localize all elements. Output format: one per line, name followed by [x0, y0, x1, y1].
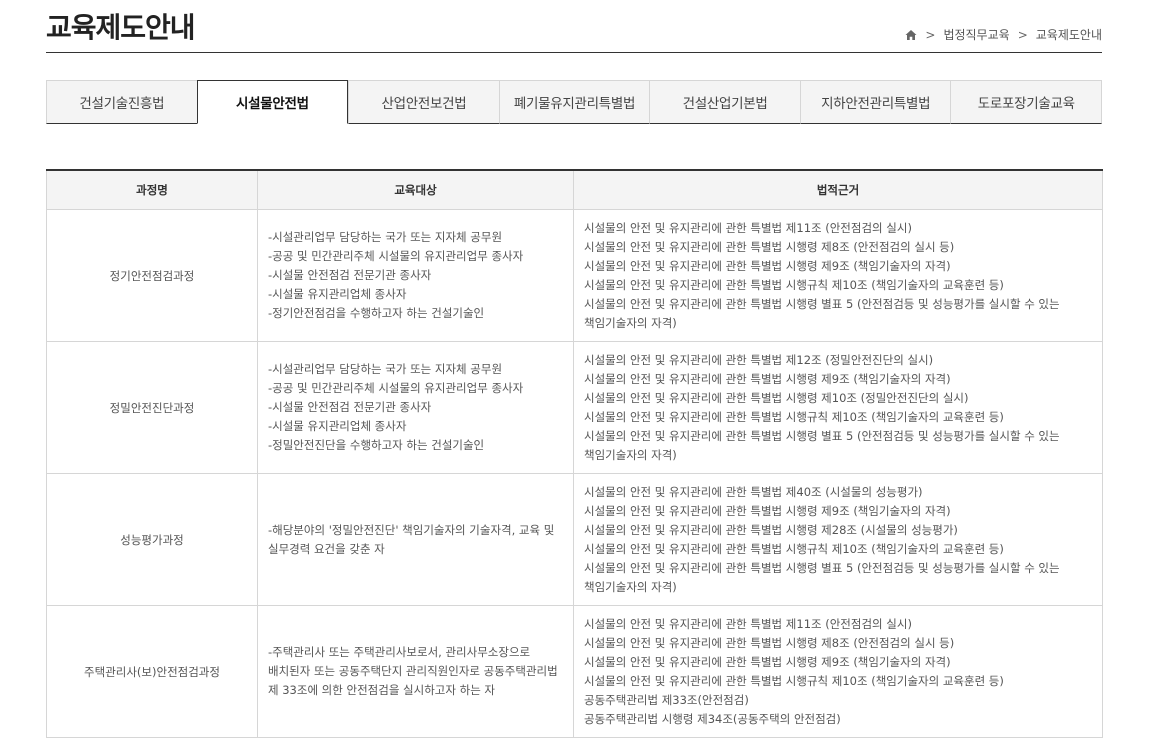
- course-name: 정기안전점검과정: [46, 209, 258, 342]
- target-line: -공공 및 민간관리주체 시설물의 유지관리업무 종사자: [268, 249, 524, 263]
- legal-line: 시설물의 안전 및 유지관리에 관한 특별법 시행령 별표 5 (안전점검등 및…: [584, 296, 1060, 311]
- breadcrumb-item-2[interactable]: 교육제도안내: [1036, 26, 1102, 43]
- legal-basis: 시설물의 안전 및 유지관리에 관한 특별법 제11조 (안전점검의 실시) 시…: [573, 605, 1103, 738]
- target-line: -시설물 유지관리업체 종사자: [268, 287, 407, 301]
- title-divider: [46, 52, 1102, 53]
- target-line: 제 33조에 의한 안전점검을 실시하고자 하는 자: [268, 683, 496, 697]
- tab-construction-industry[interactable]: 건설산업기본법: [649, 80, 800, 124]
- legal-line: 시설물의 안전 및 유지관리에 관한 특별법 시행령 별표 5 (안전점검등 및…: [584, 428, 1060, 443]
- legal-line: 시설물의 안전 및 유지관리에 관한 특별법 시행령 제28조 (시설물의 성능…: [584, 522, 958, 537]
- tab-construction-tech[interactable]: 건설기술진흥법: [46, 80, 197, 124]
- law-tabs: 건설기술진흥법 시설물안전법 산업안전보건법 폐기물유지관리특별법 건설산업기본…: [46, 80, 1103, 124]
- target-line: 실무경력 요건을 갖춘 자: [268, 541, 385, 556]
- legal-line: 시설물의 안전 및 유지관리에 관한 특별법 제12조 (정밀안전진단의 실시): [584, 352, 934, 367]
- course-target: -시설관리업무 담당하는 국가 또는 지자체 공무원 -공공 및 민간관리주체 …: [257, 209, 574, 342]
- legal-basis: 시설물의 안전 및 유지관리에 관한 특별법 제12조 (정밀안전진단의 실시)…: [573, 341, 1103, 474]
- education-table: 과정명 교육대상 법적근거 정기안전점검과정 -시설관리업무 담당하는 국가 또…: [46, 169, 1103, 738]
- legal-line: 시설물의 안전 및 유지관리에 관한 특별법 시행규칙 제10조 (책임기술자의…: [584, 409, 1004, 424]
- table-row: 정밀안전진단과정 -시설관리업무 담당하는 국가 또는 지자체 공무원 -공공 …: [46, 341, 1103, 474]
- legal-line: 공동주택관리법 시행령 제34조(공동주택의 안전점검): [584, 711, 841, 726]
- target-line: 배치된자 또는 공동주택단지 관리직원인자로 공동주택관리법: [268, 664, 558, 678]
- target-line: -시설관리업무 담당하는 국가 또는 지자체 공무원: [268, 362, 503, 376]
- legal-line: 책임기술자의 자격): [584, 447, 677, 462]
- course-target: -주택관리사 또는 주택관리사보로서, 관리사무소장으로 배치된자 또는 공동주…: [257, 605, 574, 738]
- tab-road-paving[interactable]: 도로포장기술교육: [950, 80, 1103, 124]
- legal-line: 시설물의 안전 및 유지관리에 관한 특별법 시행령 제9조 (책임기술자의 자…: [584, 258, 951, 273]
- column-header-course: 과정명: [46, 169, 258, 210]
- breadcrumb: > 법정직무교육 > 교육제도안내: [905, 26, 1102, 43]
- target-line: -시설관리업무 담당하는 국가 또는 지자체 공무원: [268, 230, 503, 244]
- target-line: -시설물 안전점검 전문기관 종사자: [268, 400, 432, 414]
- legal-line: 시설물의 안전 및 유지관리에 관한 특별법 제11조 (안전점검의 실시): [584, 616, 912, 631]
- table-row: 정기안전점검과정 -시설관리업무 담당하는 국가 또는 지자체 공무원 -공공 …: [46, 209, 1103, 342]
- legal-line: 시설물의 안전 및 유지관리에 관한 특별법 시행령 별표 5 (안전점검등 및…: [584, 560, 1060, 575]
- legal-line: 시설물의 안전 및 유지관리에 관한 특별법 시행령 제9조 (책임기술자의 자…: [584, 654, 951, 669]
- page-title: 교육제도안내: [46, 11, 196, 44]
- legal-line: 시설물의 안전 및 유지관리에 관한 특별법 시행령 제9조 (책임기술자의 자…: [584, 503, 951, 518]
- column-header-legal-basis: 법적근거: [573, 169, 1103, 210]
- target-line: -정기안전점검을 수행하고자 하는 건설기술인: [268, 306, 485, 320]
- legal-line: 시설물의 안전 및 유지관리에 관한 특별법 시행령 제9조 (책임기술자의 자…: [584, 371, 951, 386]
- legal-line: 시설물의 안전 및 유지관리에 관한 특별법 시행규칙 제10조 (책임기술자의…: [584, 541, 1004, 556]
- breadcrumb-separator: >: [1017, 27, 1028, 42]
- legal-line: 시설물의 안전 및 유지관리에 관한 특별법 시행령 제8조 (안전점검의 실시…: [584, 239, 955, 254]
- target-line: -시설물 안전점검 전문기관 종사자: [268, 268, 432, 282]
- course-name: 정밀안전진단과정: [46, 341, 258, 474]
- table-header-row: 과정명 교육대상 법적근거: [46, 169, 1103, 210]
- legal-basis: 시설물의 안전 및 유지관리에 관한 특별법 제11조 (안전점검의 실시) 시…: [573, 209, 1103, 342]
- course-name: 성능평가과정: [46, 473, 258, 606]
- legal-line: 책임기술자의 자격): [584, 579, 677, 594]
- legal-line: 시설물의 안전 및 유지관리에 관한 특별법 시행규칙 제10조 (책임기술자의…: [584, 673, 1004, 688]
- target-line: -정밀안전진단을 수행하고자 하는 건설기술인: [268, 438, 485, 452]
- tab-waste-management[interactable]: 폐기물유지관리특별법: [498, 80, 650, 124]
- target-line: -시설물 유지관리업체 종사자: [268, 419, 407, 433]
- legal-basis: 시설물의 안전 및 유지관리에 관한 특별법 제40조 (시설물의 성능평가) …: [573, 473, 1103, 606]
- course-target: -해당분야의 '정밀안전진단' 책임기술자의 기술자격, 교육 및 실무경력 요…: [257, 473, 574, 606]
- legal-line: 시설물의 안전 및 유지관리에 관한 특별법 제40조 (시설물의 성능평가): [584, 484, 923, 499]
- legal-line: 공동주택관리법 제33조(안전점검): [584, 692, 749, 707]
- legal-line: 책임기술자의 자격): [584, 315, 677, 330]
- column-header-target: 교육대상: [257, 169, 574, 210]
- home-icon[interactable]: [905, 29, 917, 41]
- breadcrumb-separator: >: [925, 27, 936, 42]
- tab-industrial-safety[interactable]: 산업안전보건법: [348, 80, 499, 124]
- target-line: -공공 및 민간관리주체 시설물의 유지관리업무 종사자: [268, 381, 524, 395]
- legal-line: 시설물의 안전 및 유지관리에 관한 특별법 시행령 제8조 (안전점검의 실시…: [584, 635, 955, 650]
- course-name: 주택관리사(보)안전점검과정: [46, 605, 258, 738]
- table-row: 주택관리사(보)안전점검과정 -주택관리사 또는 주택관리사보로서, 관리사무소…: [46, 605, 1103, 738]
- legal-line: 시설물의 안전 및 유지관리에 관한 특별법 시행규칙 제10조 (책임기술자의…: [584, 277, 1004, 292]
- target-line: -주택관리사 또는 주택관리사보로서, 관리사무소장으로: [268, 645, 531, 659]
- legal-line: 시설물의 안전 및 유지관리에 관한 특별법 제11조 (안전점검의 실시): [584, 220, 912, 235]
- course-target: -시설관리업무 담당하는 국가 또는 지자체 공무원 -공공 및 민간관리주체 …: [257, 341, 574, 474]
- tab-underground-safety[interactable]: 지하안전관리특별법: [799, 80, 951, 124]
- legal-line: 시설물의 안전 및 유지관리에 관한 특별법 시행령 제10조 (정밀안전진단의…: [584, 390, 969, 405]
- target-line: -해당분야의 '정밀안전진단' 책임기술자의 기술자격, 교육 및: [268, 522, 555, 537]
- tab-facility-safety[interactable]: 시설물안전법: [196, 80, 349, 124]
- breadcrumb-item-1[interactable]: 법정직무교육: [943, 26, 1009, 43]
- table-row: 성능평가과정 -해당분야의 '정밀안전진단' 책임기술자의 기술자격, 교육 및…: [46, 473, 1103, 606]
